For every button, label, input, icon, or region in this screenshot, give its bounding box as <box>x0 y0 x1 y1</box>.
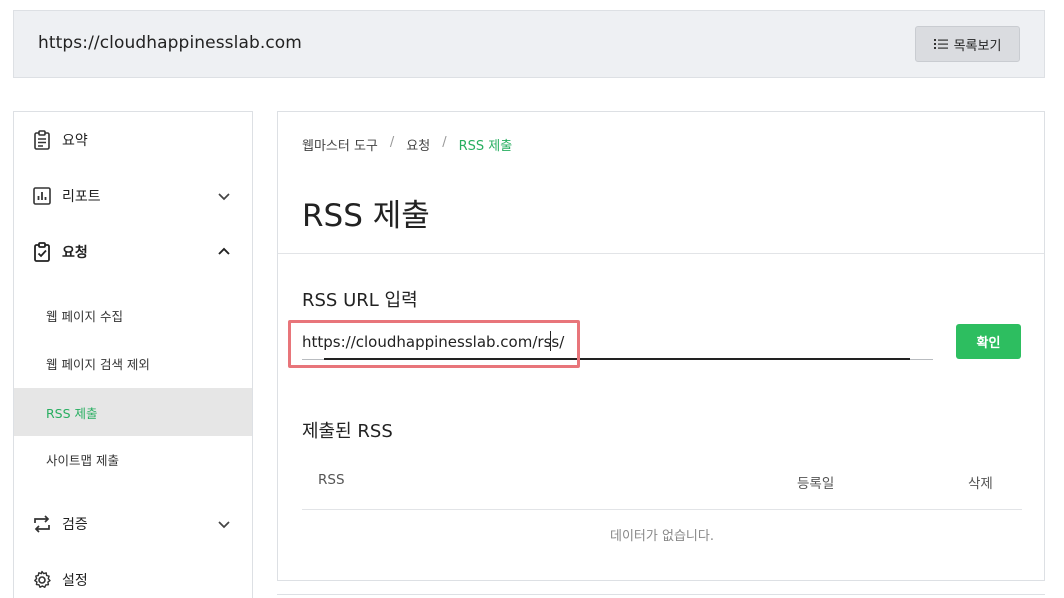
column-header-rss: RSS <box>318 472 345 488</box>
sidebar-subitem-page-collect[interactable]: 웹 페이지 수집 <box>14 291 252 339</box>
bar-chart-icon <box>33 187 51 205</box>
sidebar-subitem-label: 웹 페이지 수집 <box>46 308 123 324</box>
page-title: RSS 제출 <box>302 198 430 234</box>
sidebar-subitem-label: RSS 제출 <box>46 405 98 421</box>
list-view-button[interactable]: 목록보기 <box>915 26 1020 62</box>
submitted-rss-section-label: 제출된 RSS <box>302 421 393 442</box>
sidebar-subitem-page-exclude[interactable]: 웹 페이지 검색 제외 <box>14 339 252 387</box>
sidebar-subitem-label: 사이트맵 제출 <box>46 452 119 468</box>
text-caret <box>550 331 551 351</box>
breadcrumb-separator: / <box>442 135 447 150</box>
sidebar-item-label: 요청 <box>62 245 88 261</box>
sidebar-subitem-label: 웹 페이지 검색 제외 <box>46 356 150 372</box>
clipboard-check-icon <box>34 242 50 262</box>
breadcrumb-item[interactable]: 요청 <box>406 135 430 154</box>
rss-url-field[interactable] <box>302 322 933 360</box>
sidebar-subitem-sitemap-submit[interactable]: 사이트맵 제출 <box>14 435 252 483</box>
gear-icon <box>34 570 51 588</box>
breadcrumb-current: RSS 제출 <box>458 139 513 154</box>
rss-url-input[interactable] <box>302 328 933 356</box>
list-icon <box>933 39 948 49</box>
column-header-date: 등록일 <box>797 476 835 492</box>
site-url: https://cloudhappinesslab.com <box>38 33 302 53</box>
sidebar-item-label: 검증 <box>62 517 88 533</box>
sidebar-subitem-rss-submit[interactable]: RSS 제출 <box>14 388 252 436</box>
repeat-icon <box>34 515 50 533</box>
breadcrumb: 웹마스터 도구 / 요청 / RSS 제출 <box>302 135 512 154</box>
sidebar-item-request[interactable]: 요청 <box>14 230 252 274</box>
sidebar: 요약 리포트 요청 웹 페이지 수집 웹 페이지 검색 제외 RSS 제출 사이… <box>13 111 253 598</box>
input-underline <box>324 358 910 360</box>
rss-url-section-label: RSS URL 입력 <box>302 290 418 311</box>
sidebar-item-label: 요약 <box>62 133 88 149</box>
site-bar: https://cloudhappinesslab.com 목록보기 <box>13 10 1045 78</box>
sidebar-item-report[interactable]: 리포트 <box>14 174 252 218</box>
rss-table-header: RSS 등록일 삭제 <box>302 464 1022 510</box>
main-panel: 웹마스터 도구 / 요청 / RSS 제출 RSS 제출 RSS URL 입력 … <box>277 111 1045 581</box>
sidebar-item-summary[interactable]: 요약 <box>14 118 252 162</box>
breadcrumb-separator: / <box>389 135 395 150</box>
chevron-up-icon[interactable] <box>216 244 232 260</box>
breadcrumb-item[interactable]: 웹마스터 도구 <box>302 135 378 154</box>
sidebar-item-label: 리포트 <box>62 189 101 205</box>
clipboard-list-icon <box>34 130 50 150</box>
chevron-down-icon[interactable] <box>216 188 232 204</box>
sidebar-item-label: 설정 <box>62 573 88 589</box>
confirm-button[interactable]: 확인 <box>956 324 1021 359</box>
divider <box>278 253 1044 254</box>
chevron-down-icon[interactable] <box>216 516 232 532</box>
sidebar-item-settings[interactable]: 설정 <box>14 558 252 598</box>
next-panel-edge <box>277 594 1045 598</box>
list-view-label: 목록보기 <box>953 38 1002 54</box>
column-header-delete: 삭제 <box>968 476 993 492</box>
table-empty-message: 데이터가 없습니다. <box>610 529 714 544</box>
sidebar-item-verify[interactable]: 검증 <box>14 502 252 546</box>
